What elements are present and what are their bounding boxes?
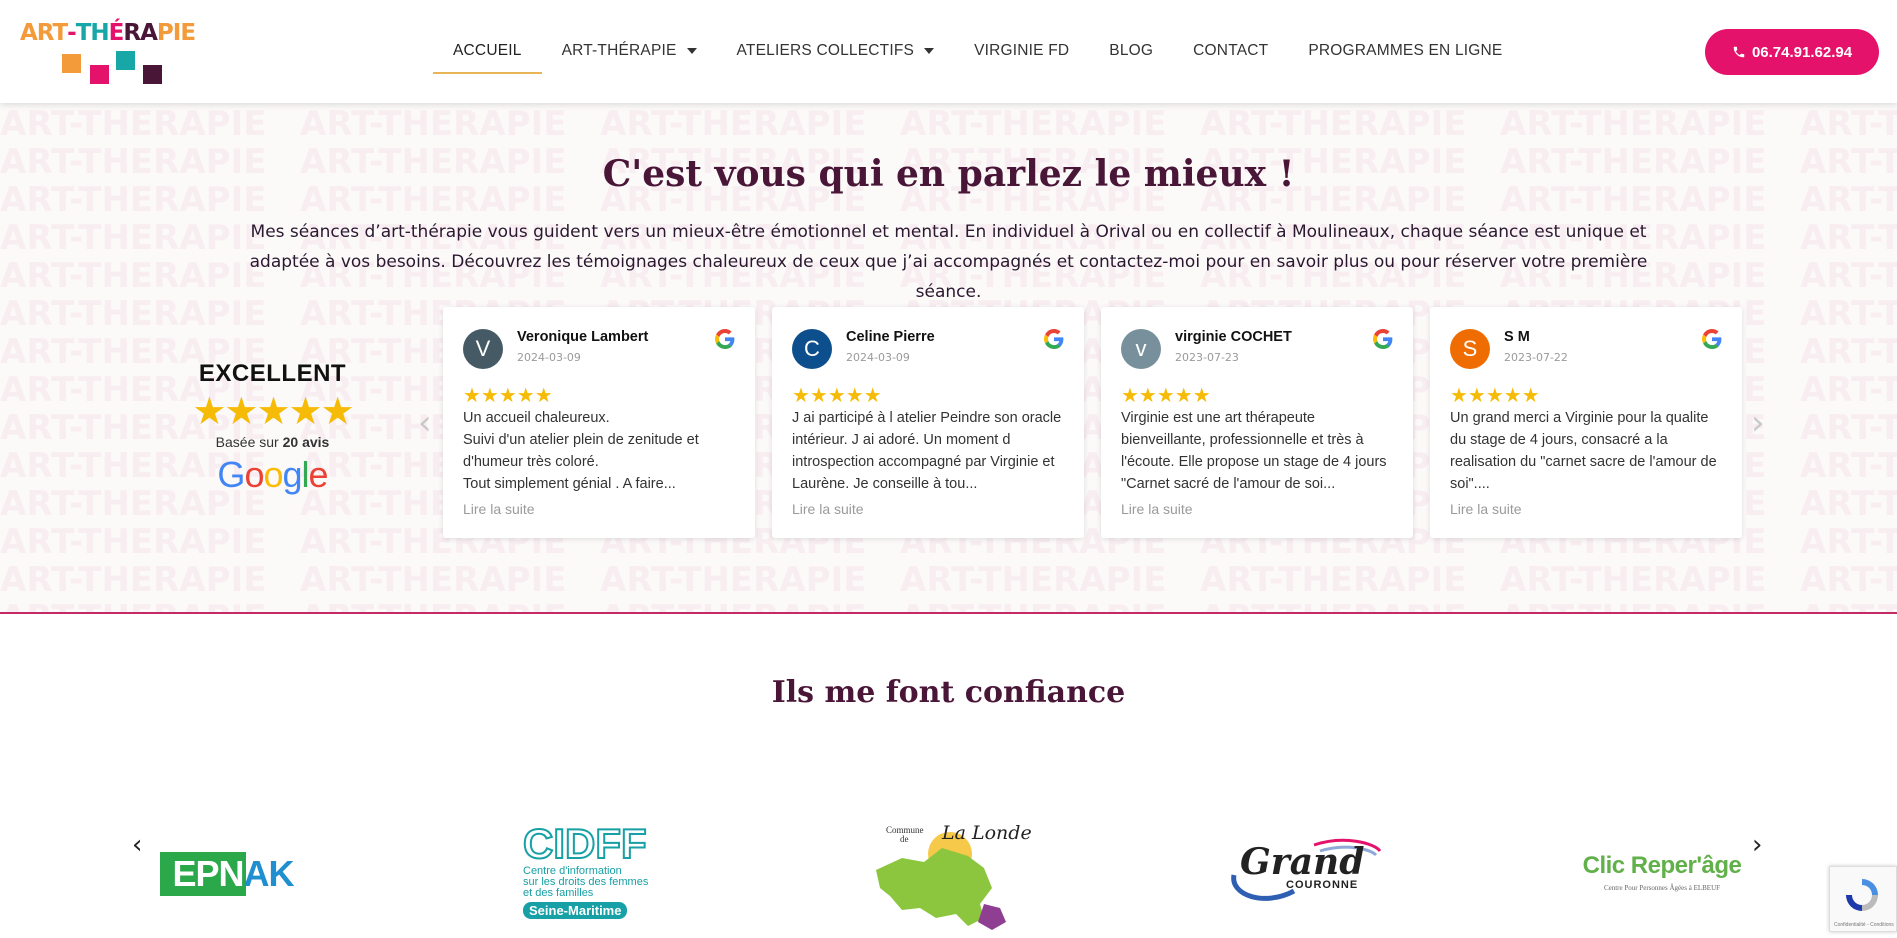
- review-stars: ★★★★★: [1450, 383, 1540, 407]
- site-header: ART-THÉRAPIE ACCUEIL ART-THÉRAPIE ATELIE…: [0, 0, 1897, 103]
- grand-couronne-word1: Grand: [1240, 841, 1365, 883]
- cidff-line3: et des familles: [523, 887, 594, 899]
- carousel-next-arrow[interactable]: ›: [1751, 406, 1771, 440]
- partner-logo-grand-couronne[interactable]: Grand COURONNE: [1224, 835, 1384, 905]
- review-stars: ★★★★★: [463, 383, 553, 407]
- partner-logo-clic-reperage[interactable]: Clic Reper'âge Centre Pour Personnes Âgé…: [1582, 852, 1742, 898]
- review-date: 2023-07-22: [1504, 351, 1568, 364]
- review-text: J ai participé à l atelier Peindre son o…: [792, 410, 1062, 492]
- read-more-link[interactable]: Lire la suite: [1121, 501, 1193, 517]
- review-card: S S M 2023-07-22 ★★★★★ Un grand merci a …: [1430, 307, 1742, 538]
- phone-icon: [1733, 46, 1745, 58]
- epnak-wordmark: EPNAK: [172, 853, 294, 894]
- phone-number: 06.74.91.62.94: [1751, 43, 1853, 61]
- rating-count: Basée sur 20 avis: [190, 434, 355, 450]
- read-more-link[interactable]: Lire la suite: [463, 501, 535, 517]
- partner-logo-la-londe[interactable]: Commune de La Londe: [872, 818, 1032, 930]
- review-card: v virginie COCHET 2023-07-23 ★★★★★ Virgi…: [1101, 307, 1413, 538]
- nav-item-accueil[interactable]: ACCUEIL: [433, 30, 542, 74]
- nav-item-programmes-en-ligne[interactable]: PROGRAMMES EN LIGNE: [1288, 30, 1522, 74]
- avatar: S: [1450, 329, 1490, 369]
- nav-label: ACCUEIL: [453, 42, 522, 59]
- google-icon: [715, 329, 735, 349]
- main-nav: ACCUEIL ART-THÉRAPIE ATELIERS COLLECTIFS…: [433, 30, 1522, 76]
- nav-label: PROGRAMMES EN LIGNE: [1308, 42, 1503, 59]
- review-count: 20 avis: [282, 434, 330, 450]
- avatar: v: [1121, 329, 1161, 369]
- partners-title: Ils me font confiance: [771, 675, 1126, 710]
- read-more-link[interactable]: Lire la suite: [1450, 501, 1522, 517]
- clic-wordmark: Clic Reper'âge: [1582, 852, 1742, 879]
- section-divider: [0, 612, 1897, 614]
- recaptcha-icon: [1846, 879, 1878, 911]
- based-on-text: Basée sur: [215, 434, 283, 450]
- reviewer-name: Veronique Lambert: [517, 329, 649, 345]
- reviewer-name: virginie COCHET: [1175, 329, 1292, 345]
- grand-couronne-word2: COURONNE: [1286, 879, 1359, 891]
- logo-square-teal: [116, 51, 135, 70]
- nav-label: CONTACT: [1193, 42, 1269, 59]
- review-card: C Celine Pierre 2024-03-09 ★★★★★ J ai pa…: [772, 307, 1084, 538]
- reviewer-name: Celine Pierre: [846, 329, 935, 345]
- cidff-wordmark: CIDFF: [522, 820, 648, 867]
- partner-logo-cidff[interactable]: CIDFF Centre d'information sur les droit…: [522, 820, 668, 920]
- reviewer-name: S M: [1504, 329, 1530, 345]
- carousel-prev-arrow[interactable]: ‹: [418, 406, 438, 440]
- rating-stars: ★★★★★: [192, 391, 354, 433]
- nav-item-contact[interactable]: CONTACT: [1173, 30, 1288, 74]
- testimonials-intro: Mes séances d’art-thérapie vous guident …: [249, 222, 1648, 302]
- nav-label: BLOG: [1109, 42, 1154, 59]
- logo-square-pink: [90, 65, 109, 84]
- read-more-link[interactable]: Lire la suite: [792, 501, 864, 517]
- cidff-region: Seine-Maritime: [523, 902, 628, 919]
- logo-wordmark: ART-THÉRAPIE: [20, 20, 196, 46]
- google-logo: Google: [217, 454, 328, 495]
- rating-label: EXCELLENT: [198, 360, 347, 387]
- site-logo[interactable]: ART-THÉRAPIE: [20, 20, 210, 88]
- avatar: V: [463, 329, 503, 369]
- recaptcha-badge[interactable]: Confidentialité - Conditions: [1829, 866, 1897, 932]
- la-londe-wordmark: La Londe: [942, 822, 1032, 844]
- nav-item-art-therapie[interactable]: ART-THÉRAPIE: [542, 30, 717, 74]
- review-text: Un accueil chaleureux. Suivi d'un atelie…: [463, 410, 699, 492]
- review-date: 2024-03-09: [517, 351, 581, 364]
- clic-subtitle: Centre Pour Personnes Âgées à ELBEUF: [1603, 884, 1721, 892]
- google-icon: [1044, 329, 1064, 349]
- testimonials-title: C'est vous qui en parlez le mieux !: [602, 153, 1295, 195]
- caret-down-icon: [686, 48, 697, 54]
- nav-label: ATELIERS COLLECTIFS: [736, 42, 915, 59]
- nav-label: ART-THÉRAPIE: [561, 42, 677, 59]
- nav-item-blog[interactable]: BLOG: [1089, 30, 1173, 74]
- nav-label: VIRGINIE FD: [974, 42, 1070, 59]
- review-date: 2024-03-09: [846, 351, 910, 364]
- la-londe-prefix-2: de: [900, 834, 909, 844]
- la-londe-prefix: Commune de: [886, 826, 924, 844]
- review-text: Virginie est une art thérapeute bienveil…: [1121, 410, 1387, 492]
- recaptcha-text: Confidentialité - Conditions: [1834, 922, 1894, 928]
- google-icon: [1702, 329, 1722, 349]
- review-stars: ★★★★★: [792, 383, 882, 407]
- caret-down-icon: [924, 48, 935, 54]
- google-icon: [1373, 329, 1393, 349]
- logo-square-orange: [62, 54, 81, 73]
- review-stars: ★★★★★: [1121, 383, 1211, 407]
- phone-button[interactable]: 06.74.91.62.94: [1705, 29, 1879, 75]
- nav-item-ateliers-collectifs[interactable]: ATELIERS COLLECTIFS: [717, 30, 955, 74]
- logo-square-plum: [143, 65, 162, 84]
- review-text: Un grand merci a Virginie pour la qualit…: [1450, 410, 1717, 492]
- partners-prev-arrow[interactable]: ‹: [132, 830, 142, 860]
- partners-next-arrow[interactable]: ›: [1752, 830, 1762, 860]
- google-rating-badge: EXCELLENT ★★★★★ Basée sur 20 avis Google: [190, 360, 355, 496]
- review-card: V Veronique Lambert 2024-03-09 ★★★★★ Un …: [443, 307, 755, 538]
- nav-item-virginie-fd[interactable]: VIRGINIE FD: [954, 30, 1089, 74]
- avatar: C: [792, 329, 832, 369]
- partner-logo-epnak[interactable]: EPNAK: [160, 852, 306, 896]
- testimonials-section: ART-THERAPIE C'est vous qui en parlez le…: [0, 103, 1897, 613]
- review-date: 2023-07-23: [1175, 351, 1239, 364]
